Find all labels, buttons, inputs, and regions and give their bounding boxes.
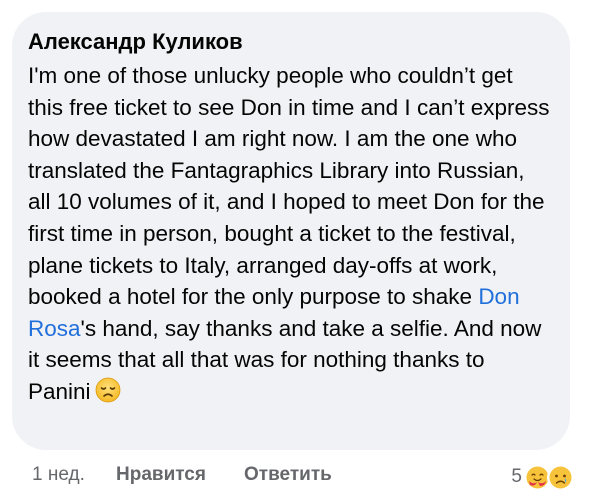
- sad-face-reaction-icon: [547, 463, 574, 491]
- comment-author[interactable]: Александр Куликов: [28, 28, 552, 56]
- reply-button[interactable]: Ответить: [244, 464, 332, 486]
- comment-text-start: I'm one of those unlucky people who coul…: [28, 63, 550, 310]
- comment-text: I'm one of those unlucky people who coul…: [28, 60, 552, 412]
- reactions-summary[interactable]: 5: [511, 462, 574, 492]
- disappointed-face-emoji-icon: [95, 377, 121, 412]
- comment-footer: 1 нед. Нравится Ответить 5: [0, 462, 590, 492]
- comment-bubble: Александр Куликов I'm one of those unluc…: [12, 12, 570, 450]
- reaction-count: 5: [511, 466, 522, 487]
- comment-timestamp[interactable]: 1 нед.: [32, 464, 85, 486]
- like-button[interactable]: Нравится: [116, 464, 206, 486]
